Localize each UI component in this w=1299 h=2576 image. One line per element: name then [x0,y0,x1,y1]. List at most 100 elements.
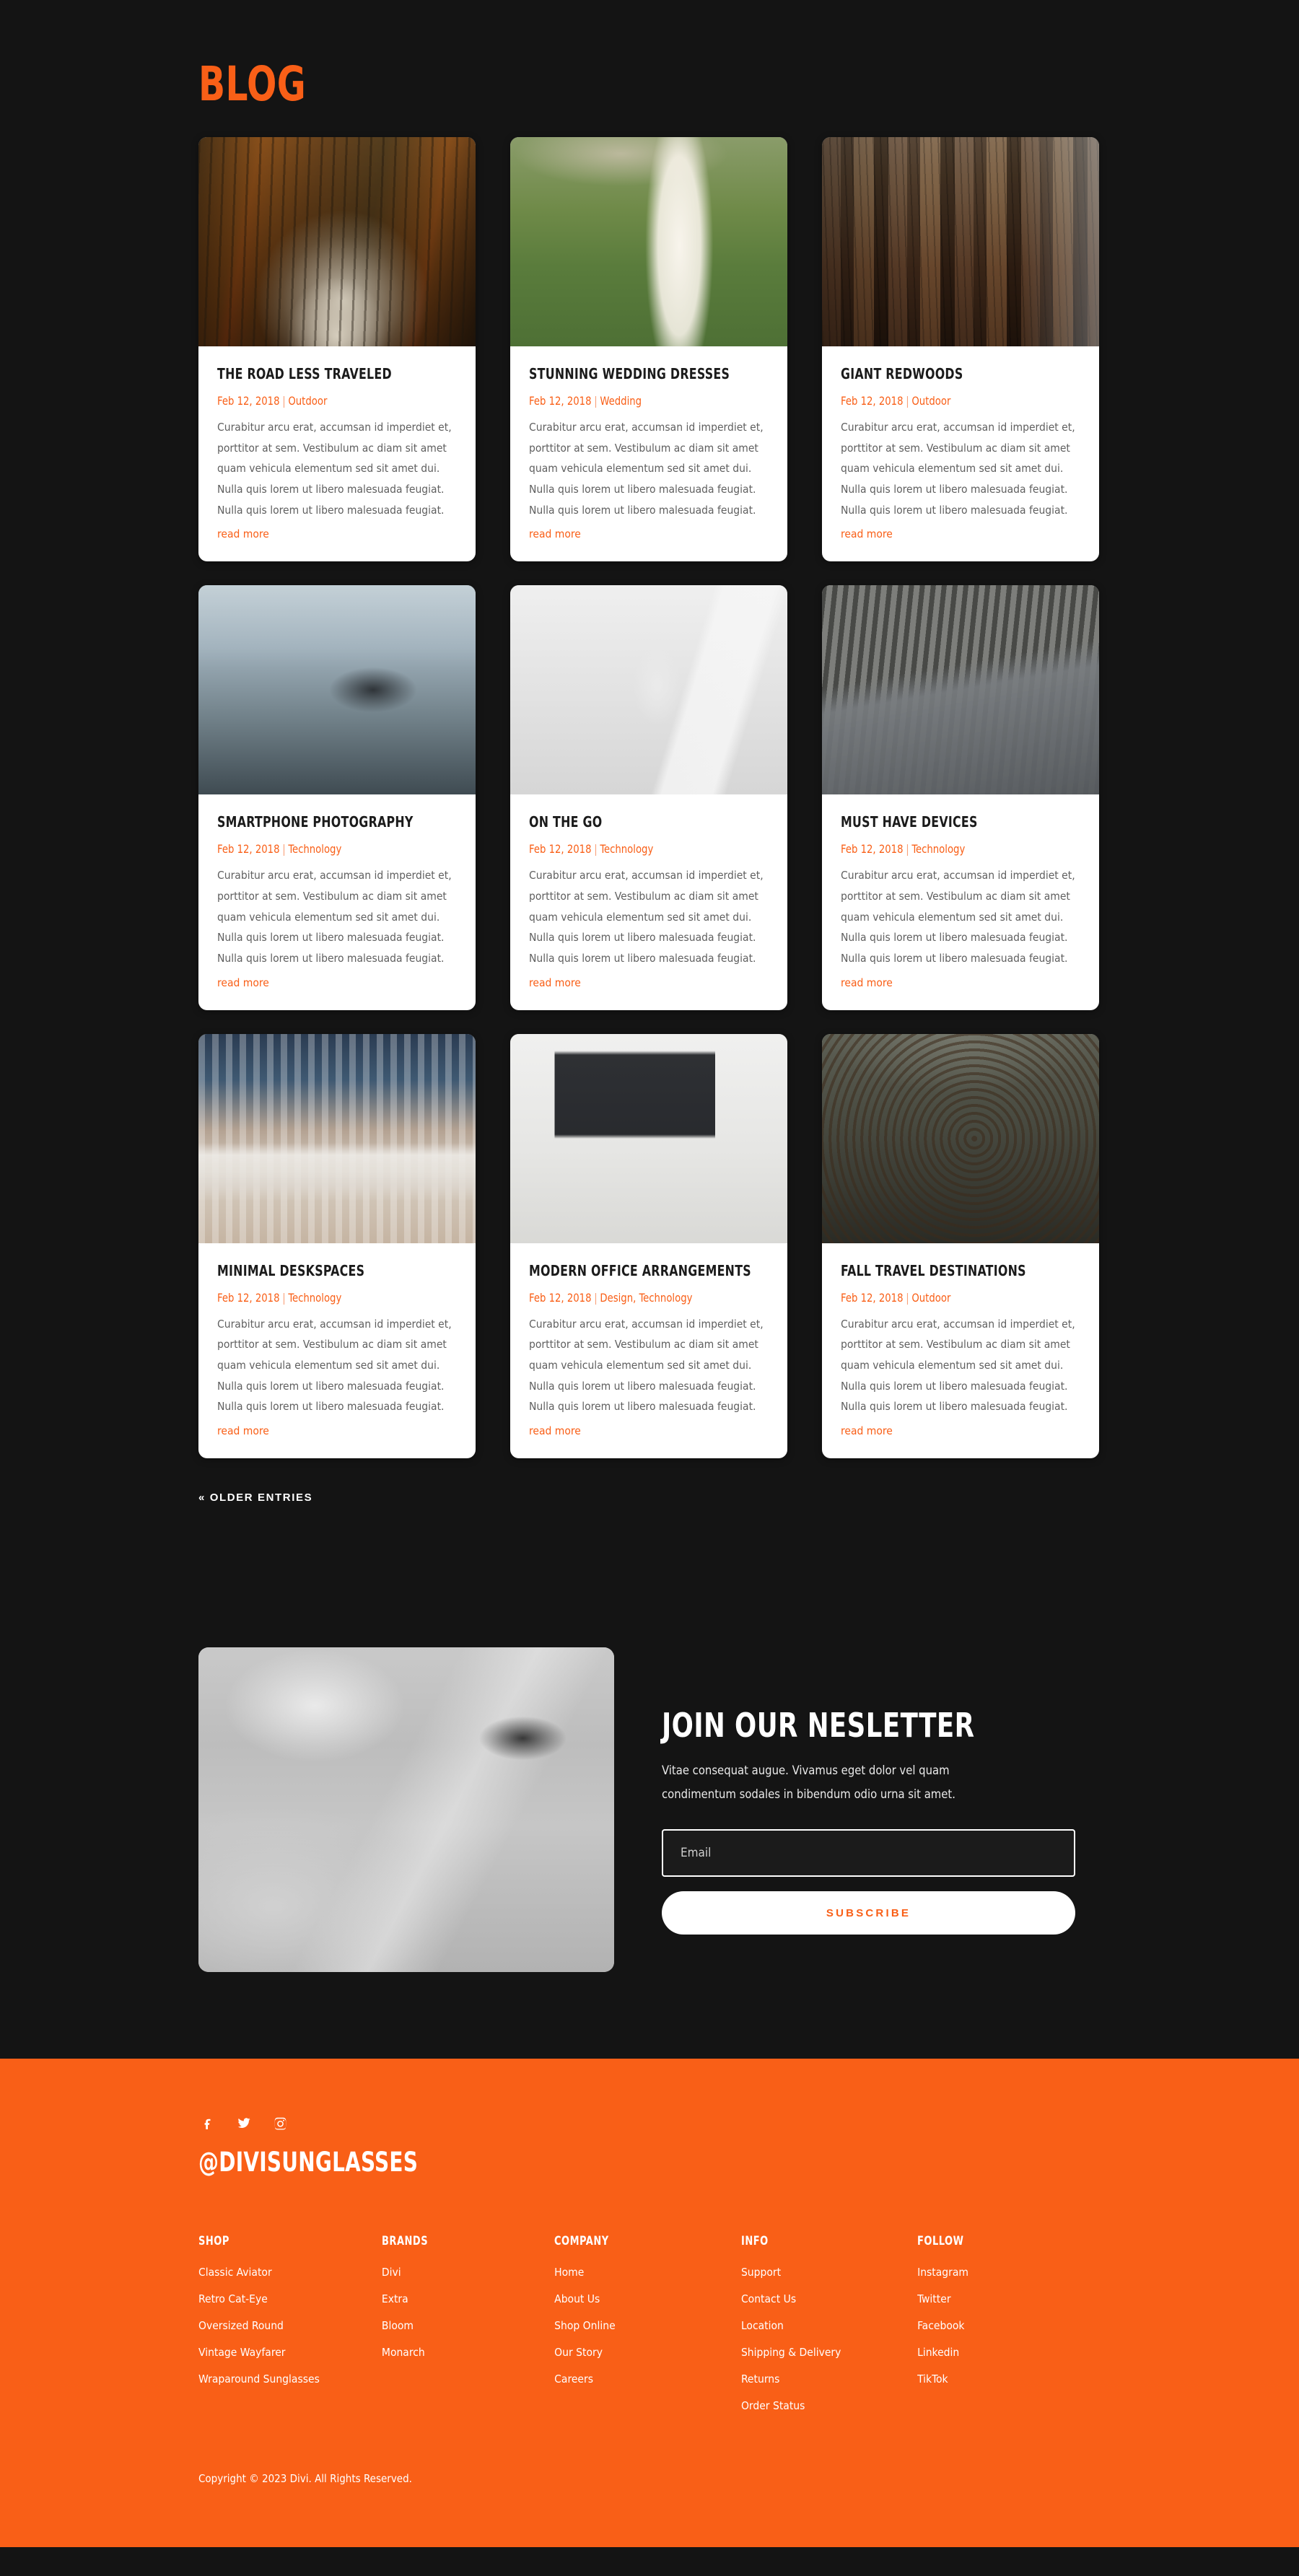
footer-link[interactable]: Facebook [917,2319,964,2332]
blog-card-title[interactable]: MODERN OFFICE ARRANGEMENTS [529,1262,751,1279]
blog-card-title[interactable]: ON THE GO [529,813,740,831]
blog-card-category[interactable]: Outdoor [288,394,327,408]
blog-card-image[interactable] [510,585,787,795]
meta-separator: | [594,394,598,408]
blog-card-category[interactable]: Technology [288,1291,341,1305]
footer-link[interactable]: Monarch [382,2346,425,2359]
footer-link[interactable]: Order Status [741,2399,805,2412]
blog-card-category[interactable]: Design, Technology [600,1291,692,1305]
read-more-link[interactable]: read more [529,976,581,989]
blog-card-image[interactable] [198,1033,476,1243]
blog-card-category[interactable]: Technology [600,842,653,856]
footer-link[interactable]: Support [741,2266,781,2279]
blog-card-title[interactable]: MINIMAL DESKSPACES [217,1262,428,1279]
blog-card-title[interactable]: GIANT REDWOODS [841,365,1051,382]
footer-link[interactable]: Our Story [554,2346,603,2359]
older-entries-link[interactable]: « OLDER ENTRIES [198,1491,312,1504]
footer-column: INFO Support Contact Us Location Shipping & … [741,2234,917,2426]
meta-separator: | [906,842,909,857]
blog-card-date: Feb 12, 2018 [217,394,280,408]
blog-container: BLOG THE ROAD LESS TRAVELED Feb 12, 2018 |… [198,0,1101,1504]
blog-card[interactable]: SMARTPHONE PHOTOGRAPHY Feb 12, 2018 | Techn… [198,585,476,1010]
blog-card-date: Feb 12, 2018 [841,1290,904,1305]
blog-card-image[interactable] [510,137,787,346]
blog-card-category[interactable]: Outdoor [911,1291,950,1305]
read-more-link[interactable]: read more [841,1424,893,1437]
blog-card-title[interactable]: MUST HAVE DEVICES [841,813,1051,831]
blog-card-category[interactable]: Wedding [600,394,642,408]
blog-card-image[interactable] [510,1033,787,1243]
blog-card-date: Feb 12, 2018 [529,394,592,408]
footer-link[interactable]: About Us [554,2292,600,2305]
footer-link[interactable]: Linkedin [917,2346,959,2359]
list-item: Divi [382,2266,554,2279]
read-more-link[interactable]: read more [841,976,893,989]
page-title: BLOG [198,56,307,112]
list-item: Classic Aviator [198,2266,382,2279]
list-item: Facebook [917,2319,1101,2333]
blog-card-image[interactable] [198,585,476,795]
blog-card-image[interactable] [822,1033,1099,1243]
footer-link[interactable]: Divi [382,2266,401,2279]
footer-link[interactable]: Bloom [382,2319,414,2332]
blog-card[interactable]: MODERN OFFICE ARRANGEMENTS Feb 12, 2018 | D… [510,1033,787,1459]
instagram-icon[interactable] [272,2115,288,2131]
list-item: Instagram [917,2266,1101,2279]
footer-link[interactable]: Instagram [917,2266,968,2279]
footer-link[interactable]: Wraparound Sunglasses [198,2373,320,2386]
footer-link[interactable]: Classic Aviator [198,2266,272,2279]
subscribe-button[interactable]: SUBSCRIBE [662,1891,1075,1935]
blog-card-meta: Feb 12, 2018 | Technology [217,842,437,856]
desk-keyboard-photo [198,1033,476,1243]
footer-link[interactable]: Home [554,2266,584,2279]
blog-card-title[interactable]: SMARTPHONE PHOTOGRAPHY [217,813,428,831]
blog-card-body: STUNNING WEDDING DRESSES Feb 12, 2018 | Wed… [510,346,787,561]
meta-separator: | [282,394,286,408]
blog-card-body: SMARTPHONE PHOTOGRAPHY Feb 12, 2018 | Techn… [198,794,476,1009]
footer-link[interactable]: Vintage Wayfarer [198,2346,286,2359]
footer-link[interactable]: Oversized Round [198,2319,284,2332]
blog-card-title[interactable]: FALL TRAVEL DESTINATIONS [841,1262,1051,1279]
footer-column-title: FOLLOW [917,2234,964,2249]
footer-link[interactable]: Careers [554,2373,593,2386]
blog-card[interactable]: FALL TRAVEL DESTINATIONS Feb 12, 2018 | Out… [822,1033,1099,1459]
blog-card-category[interactable]: Technology [288,842,341,856]
blog-card-image[interactable] [198,137,476,346]
read-more-link[interactable]: read more [529,1424,581,1437]
footer-link[interactable]: Shop Online [554,2319,616,2332]
list-item: Support [741,2266,917,2279]
footer-link[interactable]: Returns [741,2373,779,2386]
blog-section: BLOG THE ROAD LESS TRAVELED Feb 12, 2018 |… [0,0,1299,1505]
meta-separator: | [594,842,598,857]
blog-card-image[interactable] [822,585,1099,795]
twitter-icon[interactable] [236,2115,252,2131]
footer-link[interactable]: Extra [382,2292,408,2305]
blog-card[interactable]: MINIMAL DESKSPACES Feb 12, 2018 | Technolog… [198,1033,476,1459]
blog-card-category[interactable]: Technology [911,842,965,856]
email-field[interactable] [662,1829,1075,1878]
footer-link[interactable]: Shipping & Delivery [741,2346,841,2359]
footer-link[interactable]: Location [741,2319,784,2332]
blog-card-title[interactable]: THE ROAD LESS TRAVELED [217,365,428,382]
footer-link[interactable]: Contact Us [741,2292,796,2305]
read-more-link[interactable]: read more [217,1424,269,1437]
read-more-link[interactable]: read more [217,527,269,540]
blog-card[interactable]: MUST HAVE DEVICES Feb 12, 2018 | Technology… [822,585,1099,1010]
read-more-link[interactable]: read more [841,527,893,540]
facebook-icon[interactable] [200,2115,216,2131]
footer-link[interactable]: TikTok [917,2373,948,2386]
blog-card-category[interactable]: Outdoor [911,394,950,408]
blog-card-image[interactable] [822,137,1099,346]
blog-page: BLOG THE ROAD LESS TRAVELED Feb 12, 2018 |… [0,0,1299,2576]
read-more-link[interactable]: read more [529,527,581,540]
blog-card[interactable]: GIANT REDWOODS Feb 12, 2018 | Outdoor Curabi… [822,137,1099,562]
blog-card[interactable]: ON THE GO Feb 12, 2018 | Technology Curabitu… [510,585,787,1010]
blog-card-title[interactable]: STUNNING WEDDING DRESSES [529,365,740,382]
blog-card[interactable]: STUNNING WEDDING DRESSES Feb 12, 2018 | Wed… [510,137,787,562]
blog-card[interactable]: THE ROAD LESS TRAVELED Feb 12, 2018 | Outdo… [198,137,476,562]
list-item: Our Story [554,2346,741,2360]
footer-link[interactable]: Retro Cat-Eye [198,2292,268,2305]
read-more-link[interactable]: read more [217,976,269,989]
footer-link[interactable]: Twitter [917,2292,950,2305]
blog-card-excerpt: Curabitur arcu erat, accumsan id imperdi… [841,1317,1075,1414]
